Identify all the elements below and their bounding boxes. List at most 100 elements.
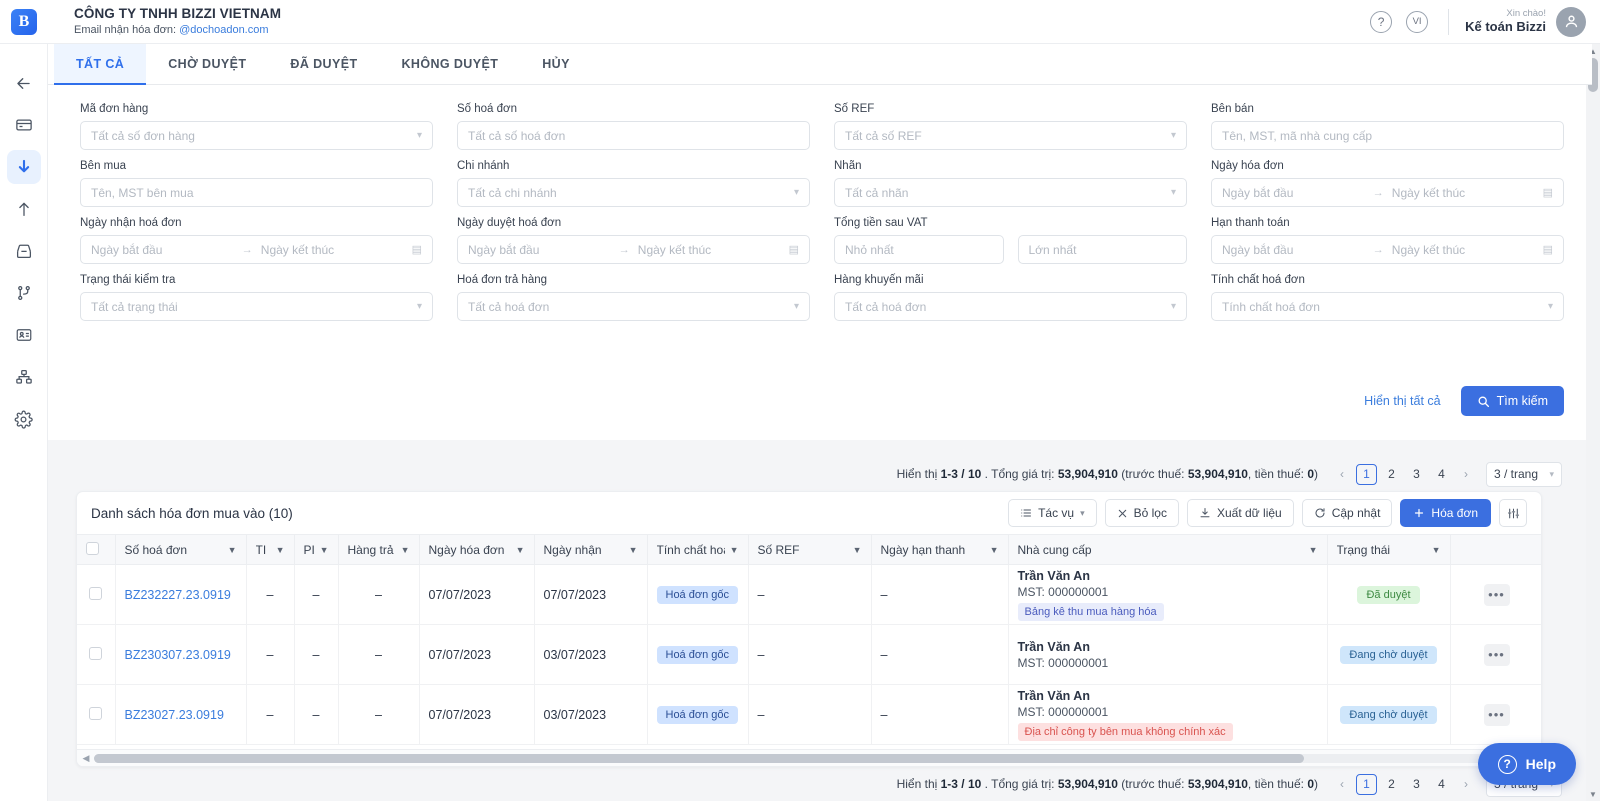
pagination-prev[interactable]: ‹ — [1332, 467, 1352, 481]
tab-khong-duyet[interactable]: KHÔNG DUYỆT — [379, 44, 520, 84]
column-status[interactable]: Trạng thái ▼ — [1327, 534, 1451, 565]
tab-tat-ca[interactable]: TẤT CẢ — [54, 44, 147, 85]
check-status-select[interactable]: Tất cả trạng thái ▾ — [80, 292, 433, 321]
sort-icon[interactable]: ▼ — [1304, 545, 1318, 555]
column-received-date[interactable]: Ngày nhận ▼ — [534, 534, 648, 565]
label-select[interactable]: Tất cả nhãn ▾ — [834, 178, 1187, 207]
hscroll-thumb[interactable] — [94, 753, 1304, 763]
pagination-page-3[interactable]: 3 — [1406, 464, 1427, 485]
refresh-button[interactable]: Cập nhật — [1301, 499, 1393, 527]
row-select-cell[interactable] — [77, 564, 116, 625]
scroll-down-icon[interactable]: ▼ — [1586, 787, 1600, 801]
amount-min-input[interactable]: Nhỏ nhất — [834, 235, 1004, 264]
column-returned-goods[interactable]: Hàng trả ▼ — [338, 534, 420, 565]
hscroll-track[interactable] — [94, 753, 1526, 763]
sort-icon[interactable]: ▼ — [725, 545, 739, 555]
sidebar-item-contacts[interactable] — [7, 318, 41, 352]
help-widget-button[interactable]: ? Help — [1477, 743, 1576, 785]
help-icon[interactable]: ? — [1370, 10, 1393, 33]
column-due-date[interactable]: Ngày hạn thanh ▼ — [871, 534, 1009, 565]
row-checkbox[interactable] — [89, 646, 103, 660]
invoice-link[interactable]: BZ232227.23.0919 — [125, 588, 231, 602]
pagination-page-4[interactable]: 4 — [1431, 774, 1452, 795]
cell-row-menu[interactable]: ••• — [1450, 564, 1541, 625]
pagination-page-1[interactable]: 1 — [1356, 463, 1377, 485]
sidebar-item-org-chart[interactable] — [7, 360, 41, 394]
pagination-next[interactable]: › — [1456, 467, 1476, 481]
return-invoice-select[interactable]: Tất cả hoá đơn ▾ — [457, 292, 810, 321]
tasks-button[interactable]: Tác vụ ▾ — [1008, 499, 1097, 527]
tab-huy[interactable]: HỦY — [520, 44, 592, 84]
tab-da-duyet[interactable]: ĐÃ DUYỆT — [268, 44, 379, 84]
invoice-date-range[interactable]: Ngày bắt đầu → Ngày kết thúc ▤ — [1211, 178, 1564, 207]
column-pi[interactable]: PI ▼ — [294, 534, 339, 565]
table-row[interactable]: BZ232227.23.0919 – – – 07/07/2023 07/07/… — [77, 564, 1541, 625]
sidebar-item-workflow[interactable] — [7, 276, 41, 310]
page-vertical-scrollbar[interactable]: ▲ ▼ — [1586, 44, 1600, 801]
promotion-select[interactable]: Tất cả hoá đơn ▾ — [834, 292, 1187, 321]
sidebar-item-incoming-invoices[interactable] — [6, 150, 41, 184]
sidebar-item-card[interactable] — [7, 108, 41, 142]
export-button[interactable]: Xuất dữ liệu — [1186, 499, 1294, 527]
sort-icon[interactable]: ▼ — [271, 545, 285, 555]
sort-icon[interactable]: ▼ — [315, 545, 329, 555]
pagination-page-1[interactable]: 1 — [1356, 773, 1377, 795]
invoice-nature-select[interactable]: Tính chất hoá đơn ▾ — [1211, 292, 1564, 321]
pagination-page-3[interactable]: 3 — [1406, 774, 1427, 795]
table-row[interactable]: BZ230307.23.0919 – – – 07/07/2023 03/07/… — [77, 624, 1541, 685]
show-all-link[interactable]: Hiển thị tất cả — [1364, 394, 1440, 408]
pagination-page-2[interactable]: 2 — [1381, 774, 1402, 795]
cell-invoice-no[interactable]: BZ230307.23.0919 — [115, 624, 247, 685]
cell-row-menu[interactable]: ••• — [1450, 684, 1541, 745]
branch-select[interactable]: Tất cả chi nhánh ▾ — [457, 178, 810, 207]
invoice-link[interactable]: BZ230307.23.0919 — [125, 648, 231, 662]
row-checkbox[interactable] — [89, 706, 103, 720]
sort-icon[interactable]: ▼ — [624, 545, 638, 555]
ref-select[interactable]: Tất cả số REF ▾ — [834, 121, 1187, 150]
row-select-cell[interactable] — [77, 684, 116, 745]
table-horizontal-scrollbar[interactable]: ◀ ▶ — [77, 749, 1541, 766]
company-email-value[interactable]: @dochoadon.com — [179, 24, 268, 36]
table-row[interactable]: BZ23027.23.0919 – – – 07/07/2023 03/07/2… — [77, 684, 1541, 745]
pagination-page-4[interactable]: 4 — [1431, 464, 1452, 485]
approved-date-range[interactable]: Ngày bắt đầu → Ngày kết thúc ▤ — [457, 235, 810, 264]
pagination-prev[interactable]: ‹ — [1332, 777, 1352, 791]
row-menu-icon[interactable]: ••• — [1483, 583, 1510, 606]
cell-invoice-no[interactable]: BZ23027.23.0919 — [115, 684, 247, 745]
invoice-number-input[interactable]: Tất cả số hoá đơn — [457, 121, 810, 150]
row-select-cell[interactable] — [77, 624, 116, 685]
sidebar-item-inbox[interactable] — [7, 234, 41, 268]
sort-icon[interactable]: ▼ — [1427, 545, 1441, 555]
seller-input[interactable]: Tên, MST, mã nhà cung cấp — [1211, 121, 1564, 150]
sort-icon[interactable]: ▼ — [511, 545, 525, 555]
sidebar-item-settings[interactable] — [7, 402, 41, 436]
row-menu-icon[interactable]: ••• — [1483, 643, 1510, 666]
order-code-select[interactable]: Tất cả số đơn hàng ▾ — [80, 121, 433, 150]
sort-icon[interactable]: ▼ — [396, 545, 410, 555]
cell-invoice-no[interactable]: BZ232227.23.0919 — [115, 564, 247, 625]
pagination-page-2[interactable]: 2 — [1381, 464, 1402, 485]
add-invoice-button[interactable]: Hóa đơn — [1400, 499, 1491, 527]
tab-cho-duyet[interactable]: CHỜ DUYỆT — [146, 44, 268, 84]
select-all-checkbox[interactable] — [86, 541, 99, 555]
sort-icon[interactable]: ▼ — [848, 545, 862, 555]
column-settings-icon[interactable] — [1499, 499, 1527, 527]
column-select-all[interactable] — [77, 534, 116, 565]
column-invoice-no[interactable]: Số hoá đơn ▼ — [115, 534, 247, 565]
received-date-range[interactable]: Ngày bắt đầu → Ngày kết thúc ▤ — [80, 235, 433, 264]
cell-row-menu[interactable]: ••• — [1450, 624, 1541, 685]
page-size-select[interactable]: 3 / trang ▾ — [1486, 461, 1562, 487]
due-date-range[interactable]: Ngày bắt đầu → Ngày kết thúc ▤ — [1211, 235, 1564, 264]
column-supplier[interactable]: Nhà cung cấp ▼ — [1008, 534, 1328, 565]
amount-max-input[interactable]: Lớn nhất — [1017, 235, 1187, 264]
row-menu-icon[interactable]: ••• — [1483, 703, 1510, 726]
search-button[interactable]: Tìm kiếm — [1460, 386, 1564, 416]
language-icon[interactable]: VI — [1406, 10, 1429, 33]
clear-filter-button[interactable]: Bỏ lọc — [1104, 499, 1179, 527]
row-checkbox[interactable] — [89, 586, 103, 600]
sidebar-item-outgoing-invoices[interactable] — [7, 192, 41, 226]
avatar[interactable] — [1556, 6, 1586, 37]
sort-icon[interactable]: ▼ — [223, 545, 237, 555]
column-invoice-date[interactable]: Ngày hóa đơn ▼ — [419, 534, 535, 565]
sort-icon[interactable]: ▼ — [985, 545, 999, 555]
